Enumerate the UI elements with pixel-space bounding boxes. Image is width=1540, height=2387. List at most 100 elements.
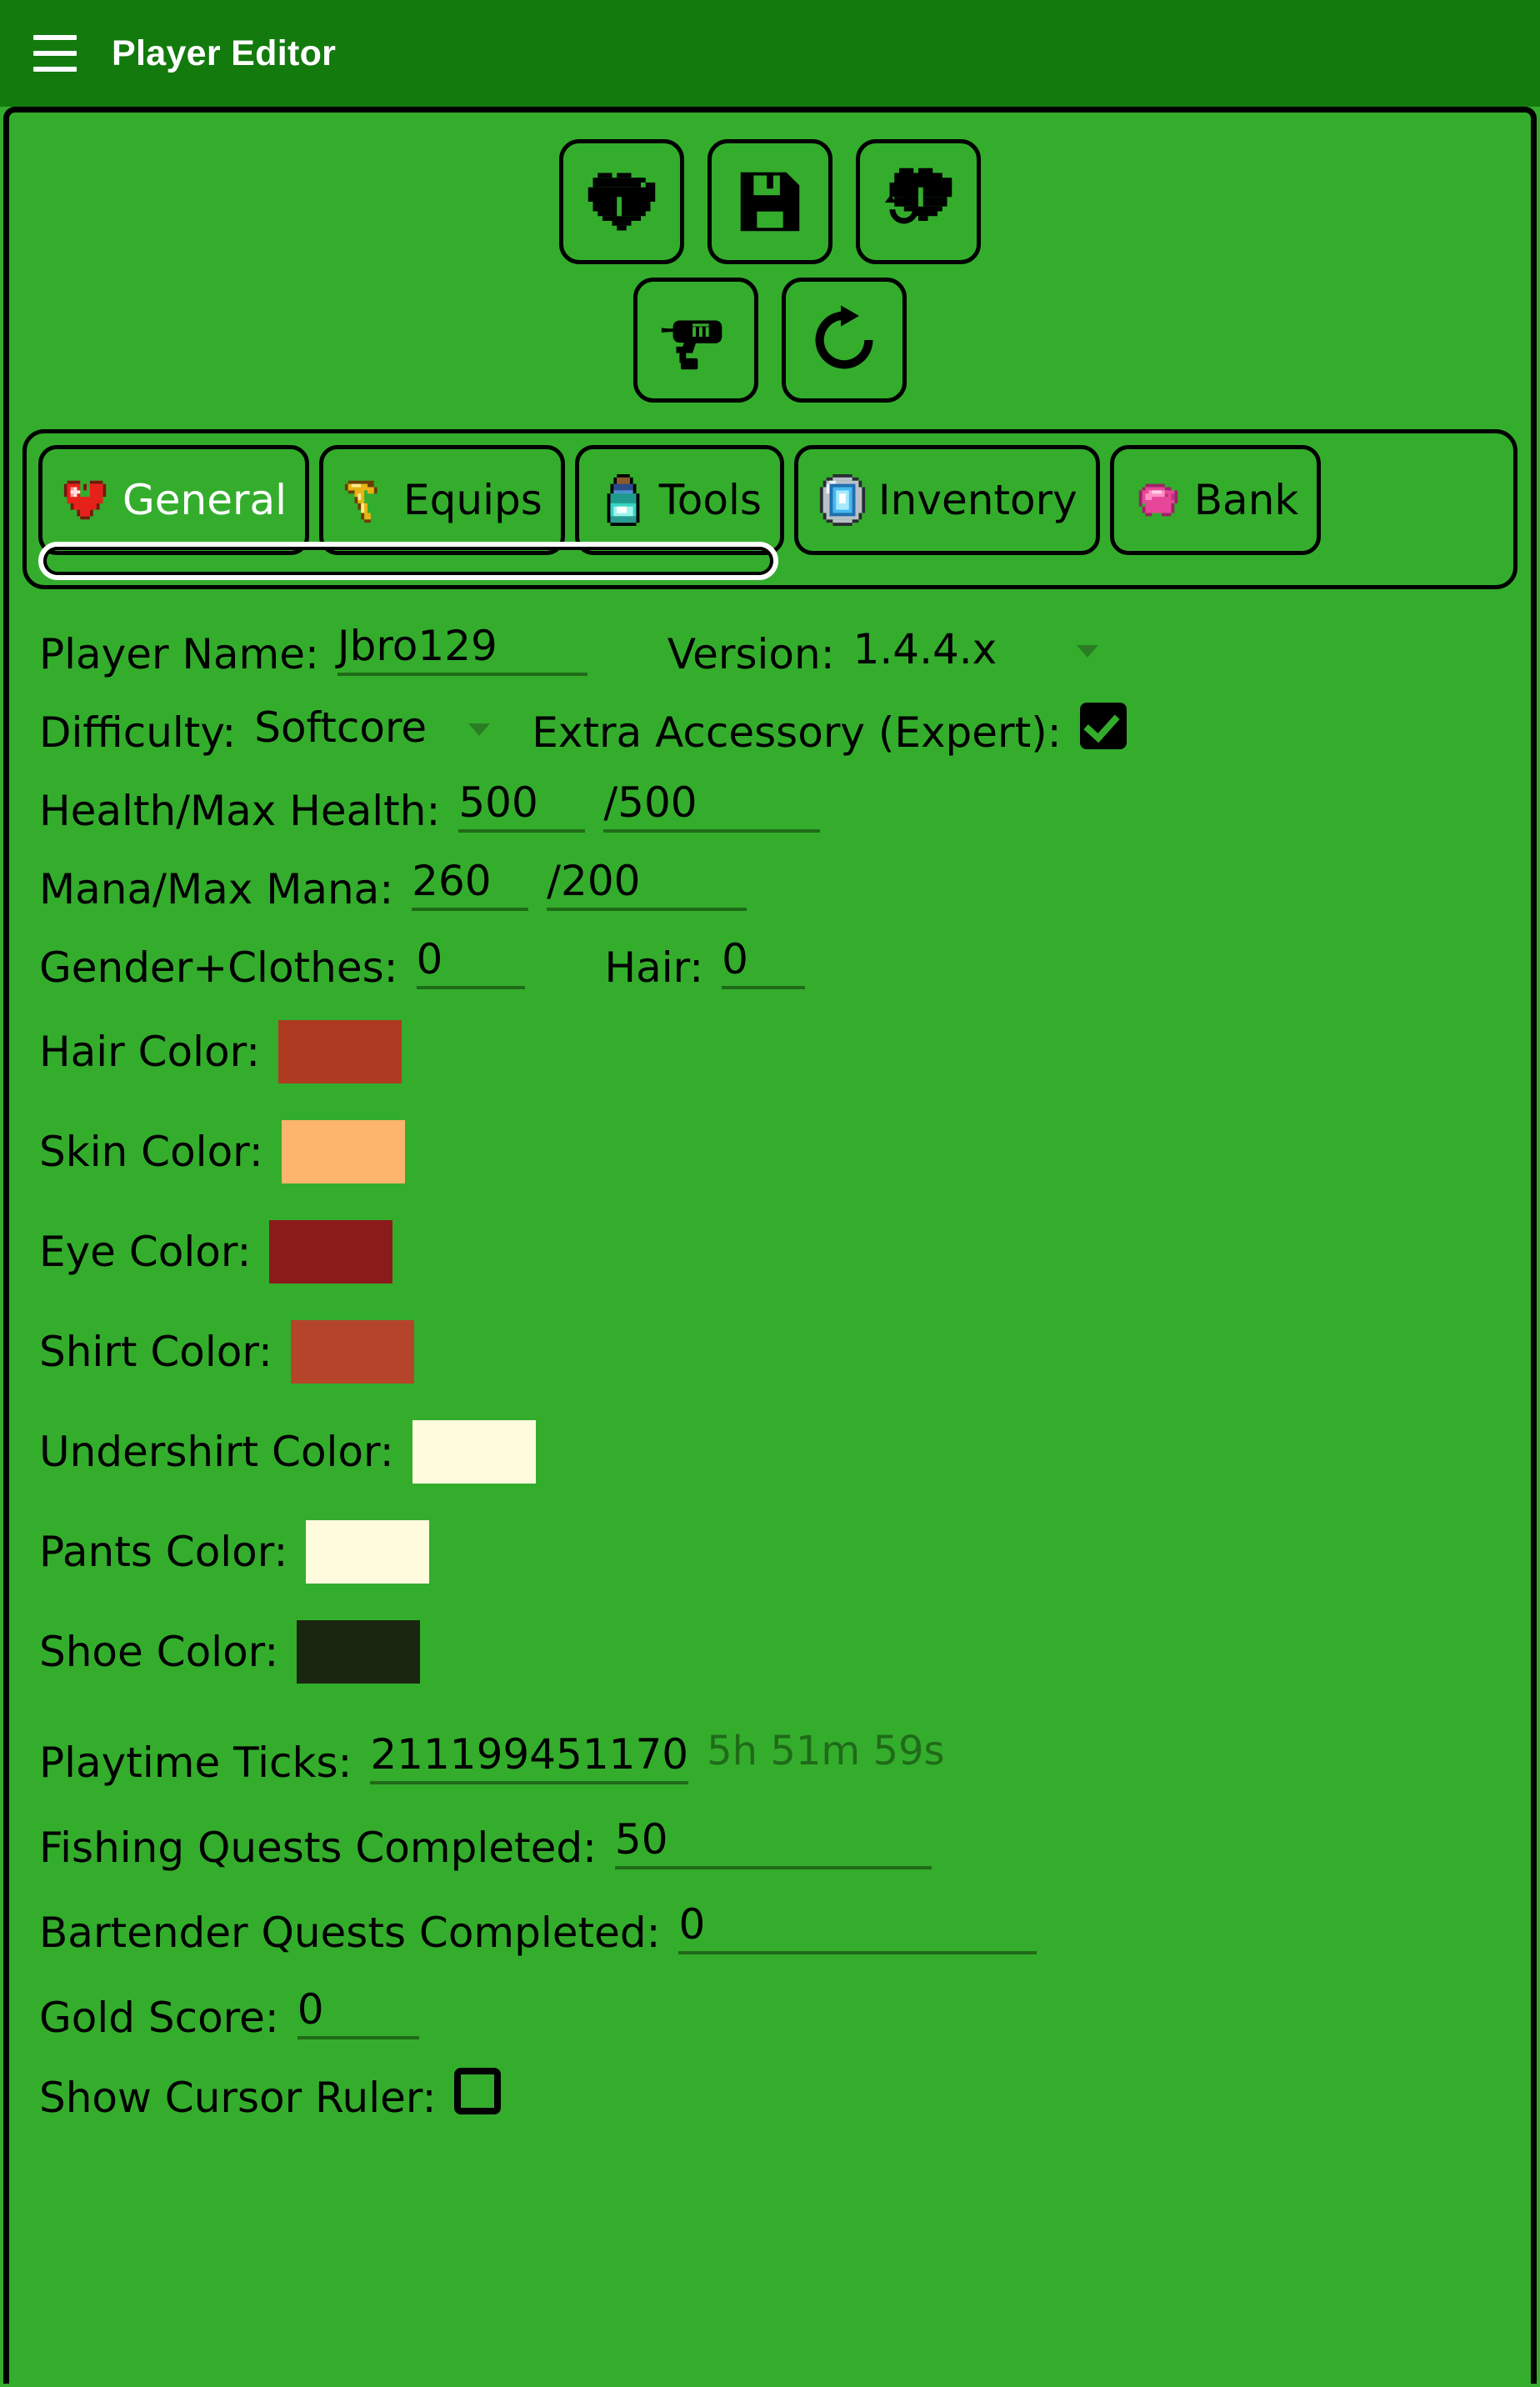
- gold-pickaxe-icon: [344, 480, 378, 523]
- row-bartender-quests: Bartender Quests Completed: 0: [39, 1889, 1501, 1954]
- tab-inventory[interactable]: Inventory: [793, 445, 1100, 555]
- tab-equips[interactable]: Equips: [319, 445, 565, 555]
- row-hair-color: Hair Color:: [39, 1003, 1501, 1101]
- tab-label: Tools: [658, 476, 762, 524]
- tab-label: General: [122, 476, 288, 524]
- toolbar-row-primary: [9, 139, 1531, 264]
- mana-label: Mana/Max Mana:: [39, 864, 394, 913]
- active-tab-indicator: [38, 542, 778, 580]
- hair-label: Hair:: [604, 943, 704, 992]
- tab-bank[interactable]: Bank: [1109, 445, 1322, 555]
- version-chevron-down-icon[interactable]: [1077, 645, 1099, 658]
- playtime-label: Playtime Ticks:: [39, 1738, 352, 1787]
- difficulty-label: Difficulty:: [39, 708, 237, 757]
- undershirt-color-label: Undershirt Color:: [39, 1427, 394, 1476]
- cursor-ruler-checkbox[interactable]: [454, 2068, 502, 2114]
- gender-clothes-label: Gender+Clothes:: [39, 943, 398, 992]
- bartender-quests-label: Bartender Quests Completed:: [39, 1908, 661, 1957]
- version-select[interactable]: 1.4.4.x: [853, 619, 998, 676]
- red-heart-icon: [63, 480, 107, 520]
- health-current-input[interactable]: 500: [458, 773, 586, 833]
- version-value: 1.4.4.x: [852, 624, 998, 673]
- tab-label: Inventory: [878, 476, 1078, 524]
- hair-input[interactable]: 0: [722, 929, 806, 989]
- skin-color-swatch[interactable]: [281, 1120, 405, 1183]
- extra-accessory-checkbox[interactable]: [1079, 703, 1127, 749]
- health-label: Health/Max Health:: [39, 786, 441, 835]
- tools-drill-button[interactable]: [633, 278, 758, 403]
- teal-potion-bottle-icon: [607, 474, 640, 526]
- bartender-quests-input[interactable]: 0: [678, 1894, 1038, 1954]
- toolbar: [9, 113, 1531, 403]
- open-player-file-button[interactable]: [559, 139, 684, 264]
- tab-general[interactable]: General: [38, 445, 310, 555]
- row-skin-color: Skin Color:: [39, 1103, 1501, 1201]
- refresh-button[interactable]: [782, 278, 907, 403]
- row-undershirt-color: Undershirt Color:: [39, 1403, 1501, 1501]
- difficulty-select[interactable]: Softcore: [254, 698, 427, 754]
- toolbar-row-secondary: [9, 278, 1531, 403]
- eye-color-label: Eye Color:: [39, 1227, 252, 1276]
- difficulty-chevron-down-icon[interactable]: [468, 723, 491, 736]
- pixel-heart-reload-icon: [884, 168, 952, 224]
- pink-piggy-bank-icon: [1138, 483, 1178, 517]
- health-current-value: 500: [458, 778, 538, 827]
- row-eye-color: Eye Color:: [39, 1203, 1501, 1301]
- editor-panel: General Equips Tools Inventory Bank Play…: [3, 107, 1537, 2384]
- row-health: Health/Max Health: 500 /500: [39, 768, 1501, 833]
- floppy-disk-save-icon: [740, 172, 800, 232]
- row-fishing-quests: Fishing Quests Completed: 50: [39, 1804, 1501, 1869]
- page-title: Player Editor: [112, 33, 337, 73]
- gold-score-label: Gold Score:: [39, 1993, 279, 2042]
- row-gold-score: Gold Score: 0: [39, 1974, 1501, 2039]
- row-shirt-color: Shirt Color:: [39, 1303, 1501, 1401]
- bartender-quests-value: 0: [678, 1899, 706, 1949]
- tab-label: Equips: [403, 476, 542, 524]
- health-max-value: /500: [603, 778, 698, 827]
- hair-color-swatch[interactable]: [278, 1020, 402, 1083]
- reload-player-button[interactable]: [856, 139, 981, 264]
- gender-clothes-value: 0: [416, 934, 443, 983]
- eye-color-swatch[interactable]: [269, 1220, 393, 1284]
- gold-score-value: 0: [297, 1984, 324, 2034]
- undershirt-color-swatch[interactable]: [412, 1420, 536, 1484]
- difficulty-value: Softcore: [254, 703, 428, 752]
- player-name-label: Player Name:: [39, 629, 319, 678]
- hamburger-menu-icon[interactable]: [33, 35, 77, 72]
- circular-refresh-arrow-icon: [815, 305, 873, 369]
- drill-icon: [661, 320, 722, 370]
- save-player-button[interactable]: [708, 139, 832, 264]
- shoe-color-label: Shoe Color:: [39, 1627, 279, 1676]
- tab-tools[interactable]: Tools: [574, 445, 784, 555]
- app-bar: Player Editor: [0, 0, 1540, 107]
- gold-score-input[interactable]: 0: [297, 1979, 419, 2039]
- fishing-quests-input[interactable]: 50: [614, 1809, 932, 1869]
- tab-strip: General Equips Tools Inventory Bank: [38, 445, 1502, 555]
- gender-clothes-input[interactable]: 0: [416, 929, 525, 989]
- tab-bar: General Equips Tools Inventory Bank: [22, 429, 1518, 589]
- health-max-input[interactable]: /500: [603, 773, 821, 833]
- playtime-ticks-input[interactable]: 211199451170: [370, 1724, 689, 1784]
- player-name-input[interactable]: Jbro129: [337, 616, 588, 676]
- skin-color-label: Skin Color:: [39, 1127, 263, 1176]
- magic-mirror-icon: [819, 474, 866, 526]
- row-cursor-ruler: Show Cursor Ruler:: [39, 2054, 1501, 2119]
- row-pants-color: Pants Color:: [39, 1503, 1501, 1601]
- playtime-ticks-value: 211199451170: [370, 1729, 689, 1779]
- row-difficulty-extra-accessory: Difficulty: Softcore Extra Accessory (Ex…: [39, 689, 1501, 754]
- pants-color-swatch[interactable]: [306, 1520, 430, 1584]
- shirt-color-swatch[interactable]: [290, 1320, 414, 1384]
- hair-value: 0: [722, 934, 748, 983]
- fishing-quests-label: Fishing Quests Completed:: [39, 1823, 597, 1872]
- version-label: Version:: [667, 629, 835, 678]
- fishing-quests-value: 50: [614, 1814, 668, 1864]
- shirt-color-label: Shirt Color:: [39, 1327, 272, 1376]
- mana-max-input[interactable]: /200: [547, 851, 748, 911]
- row-playtime: Playtime Ticks: 211199451170 5h 51m 59s: [39, 1719, 1501, 1784]
- shoe-color-swatch[interactable]: [297, 1620, 421, 1684]
- pixel-heart-open-icon: [588, 173, 656, 231]
- mana-current-input[interactable]: 260: [412, 851, 529, 911]
- hair-color-label: Hair Color:: [39, 1027, 261, 1076]
- cursor-ruler-label: Show Cursor Ruler:: [39, 2073, 437, 2122]
- playtime-formatted: 5h 51m 59s: [707, 1728, 945, 1774]
